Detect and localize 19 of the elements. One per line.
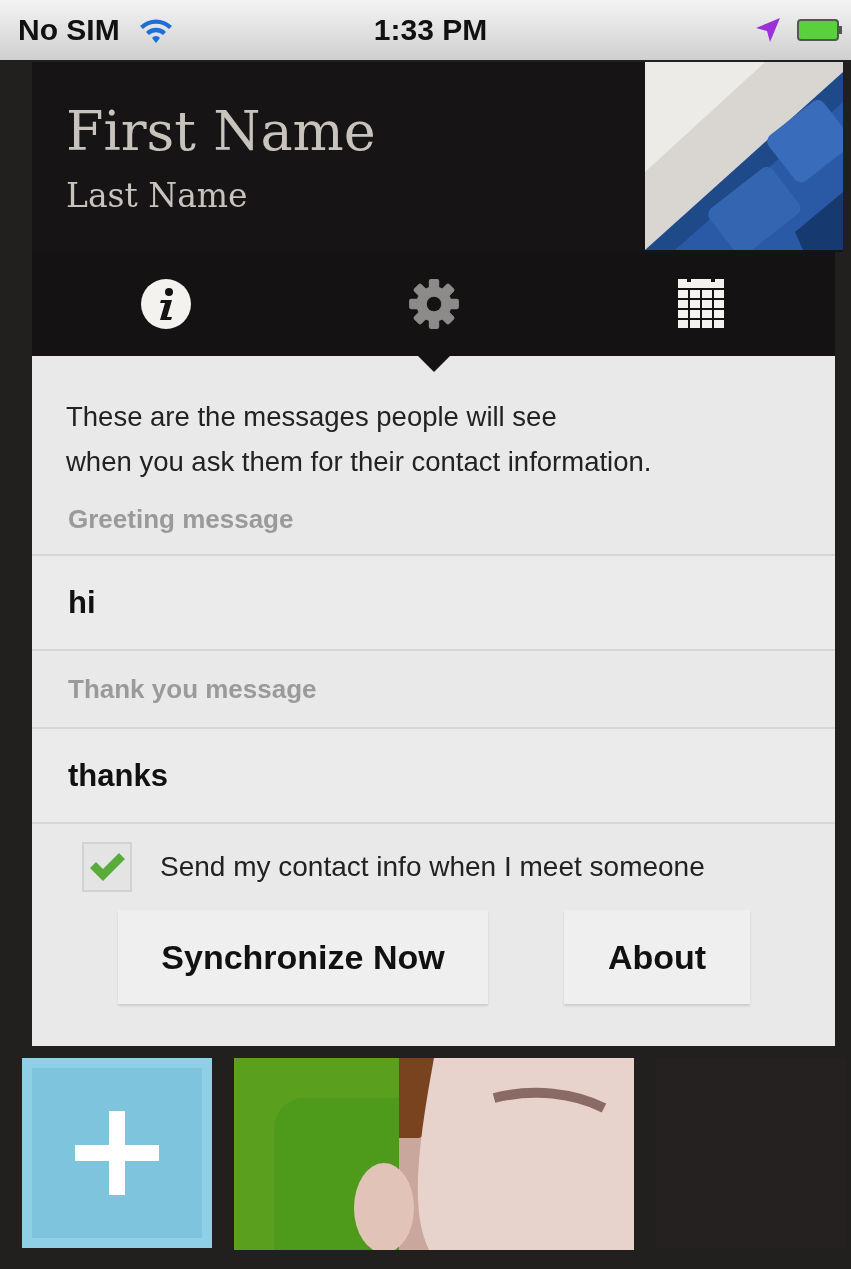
first-name: First Name bbox=[66, 100, 377, 164]
carrier-label: No SIM bbox=[18, 13, 120, 47]
checkbox-label: Send my contact info when I meet someone bbox=[160, 851, 705, 883]
location-arrow-icon bbox=[755, 17, 781, 43]
time-label: 1:33 PM bbox=[373, 13, 488, 46]
settings-icon bbox=[406, 277, 461, 331]
field-label: Greeting message bbox=[67, 502, 295, 536]
about-button[interactable]: About bbox=[564, 910, 750, 1004]
input-field[interactable]: thanks bbox=[32, 727, 835, 824]
plus-icon bbox=[75, 1111, 159, 1195]
last-name: Last Name bbox=[66, 176, 249, 216]
synchronize-button[interactable]: Synchronize Now bbox=[118, 910, 488, 1004]
checkmark-icon bbox=[88, 851, 126, 883]
checkbox[interactable] bbox=[82, 842, 132, 892]
info-icon bbox=[139, 278, 192, 330]
input-field[interactable]: hi bbox=[32, 554, 835, 651]
field-label: Thank you message bbox=[67, 672, 318, 706]
battery-icon bbox=[797, 18, 843, 42]
description-text: These are the messages people will see when you ask them for their contact information. bbox=[65, 400, 653, 479]
